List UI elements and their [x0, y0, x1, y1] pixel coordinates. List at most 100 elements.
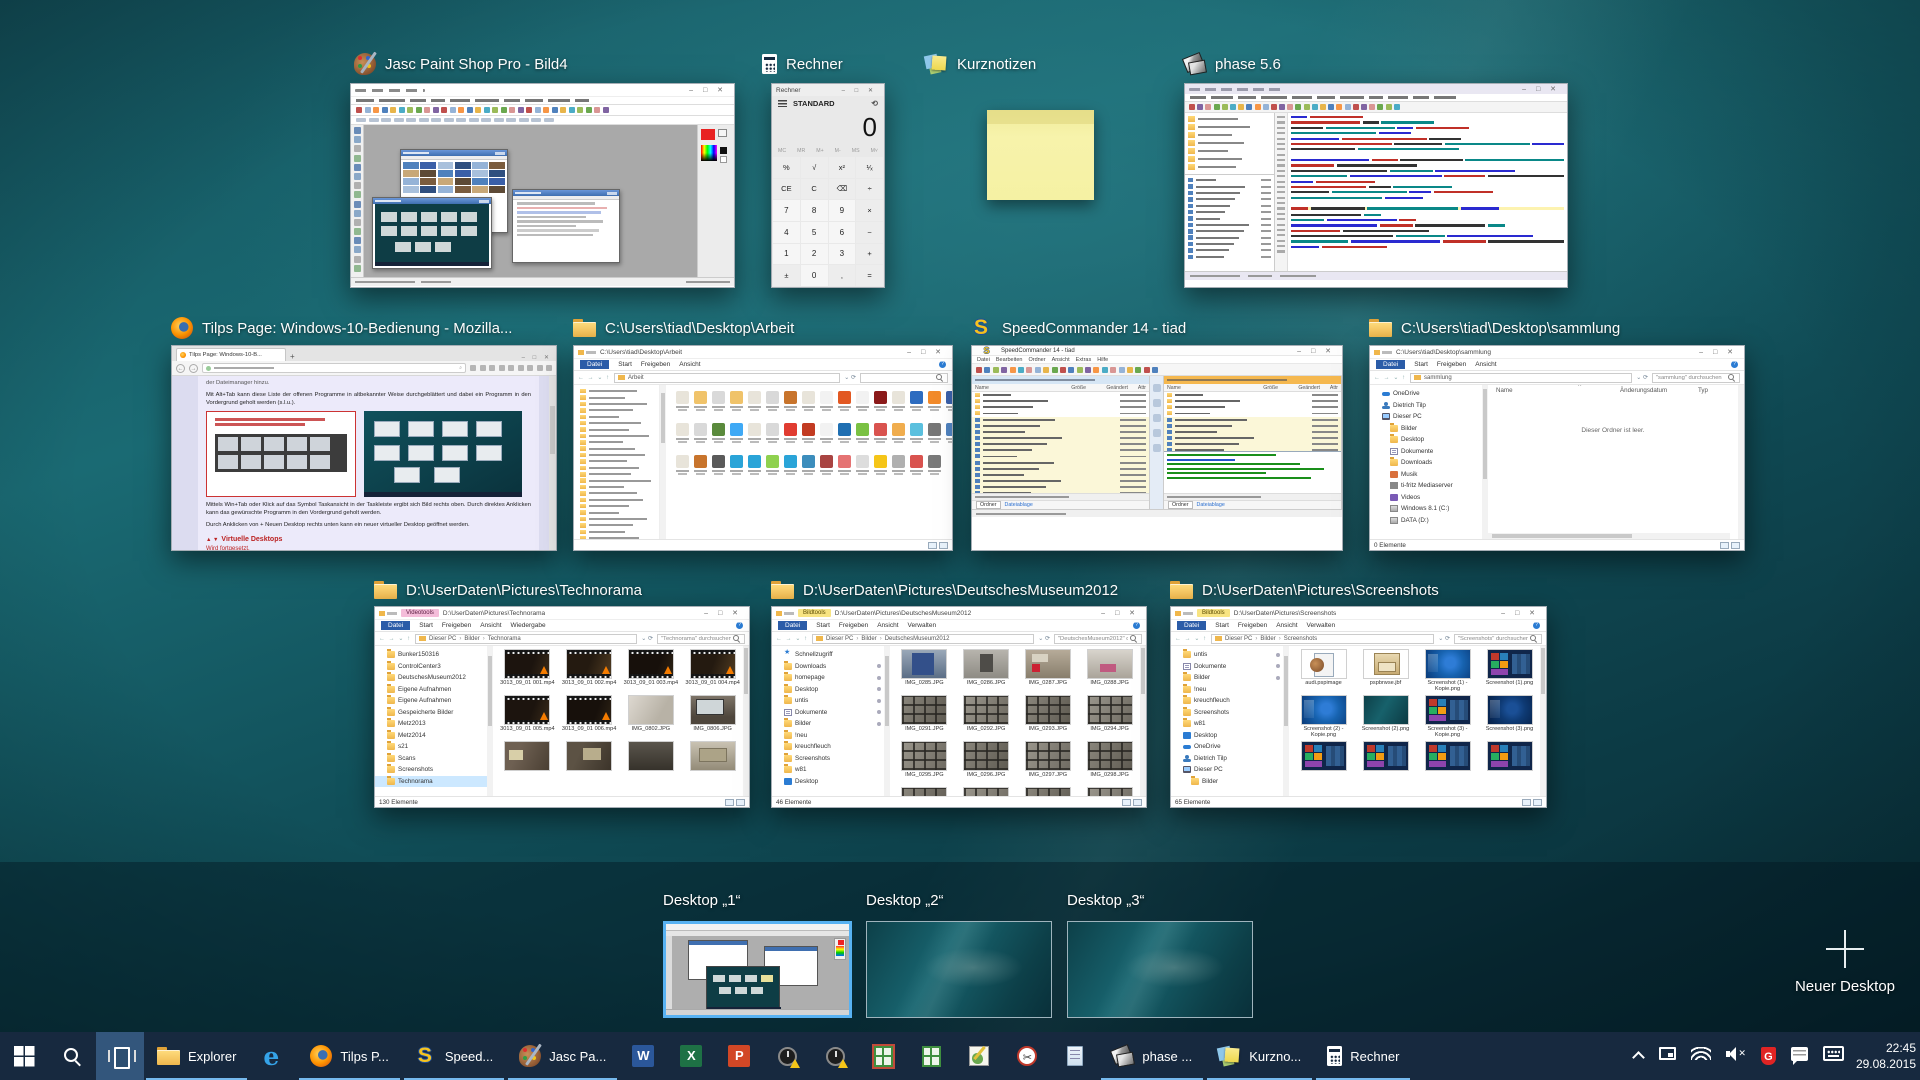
taskbar-button-notes-pad[interactable] [1051, 1032, 1099, 1080]
file-item[interactable]: IMG_0288.JPG [1081, 649, 1138, 695]
file-item[interactable] [944, 423, 953, 453]
file-item[interactable] [1357, 741, 1414, 787]
menu-item[interactable] [379, 99, 405, 102]
file-item[interactable] [710, 423, 727, 453]
toolbar-icon[interactable] [394, 118, 404, 122]
calc-key-×[interactable]: × [856, 200, 883, 221]
toolbar-icon[interactable] [1214, 104, 1220, 110]
window-thumbnail-arbeit[interactable]: C:\Users\tiad\Desktop\Arbeit– □ ✕DateiSt… [573, 345, 953, 551]
toolbar-icon[interactable] [543, 107, 549, 113]
toolbar-icon[interactable] [1001, 367, 1007, 373]
column-attr[interactable]: Attr [1320, 385, 1338, 391]
memory-key-m˅[interactable]: M˅ [871, 148, 878, 154]
taskbar-button-kurznotizen[interactable]: Kurzno... [1205, 1032, 1314, 1080]
breadcrumb-item[interactable]: DeutschesMuseum2012 [885, 636, 950, 642]
tool-icon[interactable] [354, 246, 361, 253]
ribbon-tab-start[interactable]: Start [618, 361, 632, 368]
toolbar-icon[interactable] [431, 118, 441, 122]
toolbar-icon[interactable] [1189, 104, 1195, 110]
url-bar[interactable]: ⌕ [202, 363, 466, 373]
taskbar-clock[interactable]: 22:45 29.08.2015 [1856, 1032, 1920, 1080]
sidebar-item-dieser-pc[interactable]: Dieser PC [1171, 764, 1283, 776]
toolbar-icon[interactable] [1255, 104, 1261, 110]
toolbar-icon[interactable] [1043, 367, 1049, 373]
breadcrumb-item[interactable]: Dieser PC [826, 636, 853, 642]
search-button[interactable] [48, 1032, 96, 1080]
tab-ordner[interactable]: Ordner [976, 501, 1001, 509]
file-item[interactable] [958, 787, 1015, 796]
toolbar-icon[interactable] [419, 118, 429, 122]
file-item[interactable] [710, 455, 727, 485]
file-item[interactable] [728, 391, 745, 421]
breadcrumb-item[interactable]: Dieser PC [1225, 636, 1252, 642]
tray-messages[interactable] [1791, 1047, 1808, 1066]
refresh-icon[interactable]: ⌄ ⟳ [844, 374, 856, 381]
toolbar-icon[interactable] [1152, 367, 1158, 373]
sidebar-item-downloads[interactable]: Downloads [1370, 457, 1482, 469]
toolbar-icon[interactable] [1279, 104, 1285, 110]
file-item[interactable]: IMG_0296.JPG [958, 741, 1015, 787]
window-controls[interactable]: – □ ✕ [842, 87, 880, 94]
toolbar-icon[interactable] [569, 107, 575, 113]
menu-item[interactable] [1261, 96, 1287, 99]
file-item[interactable] [782, 455, 799, 485]
file-item[interactable] [890, 455, 907, 485]
sidebar-item-desktop[interactable]: Desktop [1171, 730, 1283, 742]
toolbar-icon[interactable] [480, 365, 486, 371]
window-controls[interactable]: – □ ✕ [907, 348, 948, 356]
tray-wifi[interactable] [1691, 1047, 1711, 1065]
sidebar-item-bilder[interactable]: Bilder [772, 718, 884, 730]
toolbar-icon[interactable] [1077, 367, 1083, 373]
browser-tab[interactable]: Tilps Page: Windows-10-B... [176, 348, 286, 361]
toolbar-icon[interactable] [382, 107, 388, 113]
tool-icon[interactable] [354, 164, 361, 171]
toolbar-icon[interactable] [1394, 104, 1400, 110]
file-item[interactable] [800, 391, 817, 421]
memory-key-row[interactable]: MCMRM+M-MSM˅ [772, 145, 884, 156]
file-item[interactable]: IMG_0298.JPG [1081, 741, 1138, 787]
column-attr[interactable]: Attr [1128, 385, 1146, 391]
view-toggle-icons[interactable] [725, 799, 745, 806]
ribbon-tab-start[interactable]: Start [1414, 361, 1428, 368]
tool-icon[interactable] [354, 155, 361, 162]
nav-buttons[interactable]: ← → ⌄ ↑ [1374, 374, 1406, 381]
file-item[interactable] [800, 423, 817, 453]
scrollbar[interactable] [549, 376, 556, 550]
taskbar-button-rechner[interactable]: Rechner [1314, 1032, 1412, 1080]
taskbar-button-edge[interactable] [249, 1032, 297, 1080]
menu-item[interactable] [1369, 96, 1383, 99]
tool-icon[interactable] [354, 191, 361, 198]
ribbon-tab-ansicht[interactable]: Ansicht [1475, 361, 1496, 368]
file-item[interactable] [854, 423, 871, 453]
ribbon-tab-freigeben[interactable]: Freigeben [1238, 622, 1267, 629]
memory-key-mr[interactable]: MR [797, 148, 805, 154]
toolbar-icon[interactable] [492, 107, 498, 113]
file-item[interactable]: IMG_0285.JPG [896, 649, 953, 695]
toolbar-icon[interactable] [494, 118, 504, 122]
file-item[interactable] [944, 391, 953, 421]
menu-extras[interactable]: Extras [1076, 357, 1092, 363]
nav-buttons[interactable]: ← → ⌄ ↑ [379, 635, 411, 642]
quick-access-toolbar[interactable] [379, 611, 397, 616]
toolbar-icon[interactable] [1052, 367, 1058, 373]
toolbar-icon[interactable] [469, 118, 479, 122]
file-item[interactable] [890, 423, 907, 453]
thumb-header-kurznotizen[interactable]: Kurznotizen [925, 52, 1036, 76]
tool-icon[interactable] [354, 228, 361, 235]
toolbar-icon[interactable] [1060, 367, 1066, 373]
toolbar-icon[interactable] [577, 107, 583, 113]
sidebar-item-videos[interactable]: Videos [1370, 492, 1482, 504]
file-item[interactable]: 3013_09_01 006.mp4 [561, 695, 618, 741]
thumb-header-arbeit[interactable]: C:\Users\tiad\Desktop\Arbeit [573, 316, 794, 340]
ribbon-tab-freigeben[interactable]: Freigeben [1437, 361, 1466, 368]
taskbar-button-speedcommander[interactable]: Speed... [402, 1032, 506, 1080]
thumb-header-psp[interactable]: Jasc Paint Shop Pro - Bild4 [354, 52, 568, 76]
sidebar-item-onedrive[interactable]: OneDrive [1370, 388, 1482, 400]
toolbar-icon[interactable] [356, 118, 366, 122]
ribbon-tab-wiedergabe[interactable]: Wiedergabe [511, 622, 546, 629]
sidebar-item-screenshots[interactable]: Screenshots [375, 764, 487, 776]
file-item[interactable] [782, 391, 799, 421]
window-controls[interactable]: – □ ✕ [1522, 85, 1563, 93]
file-item[interactable] [926, 423, 943, 453]
menu-item[interactable] [525, 99, 543, 102]
